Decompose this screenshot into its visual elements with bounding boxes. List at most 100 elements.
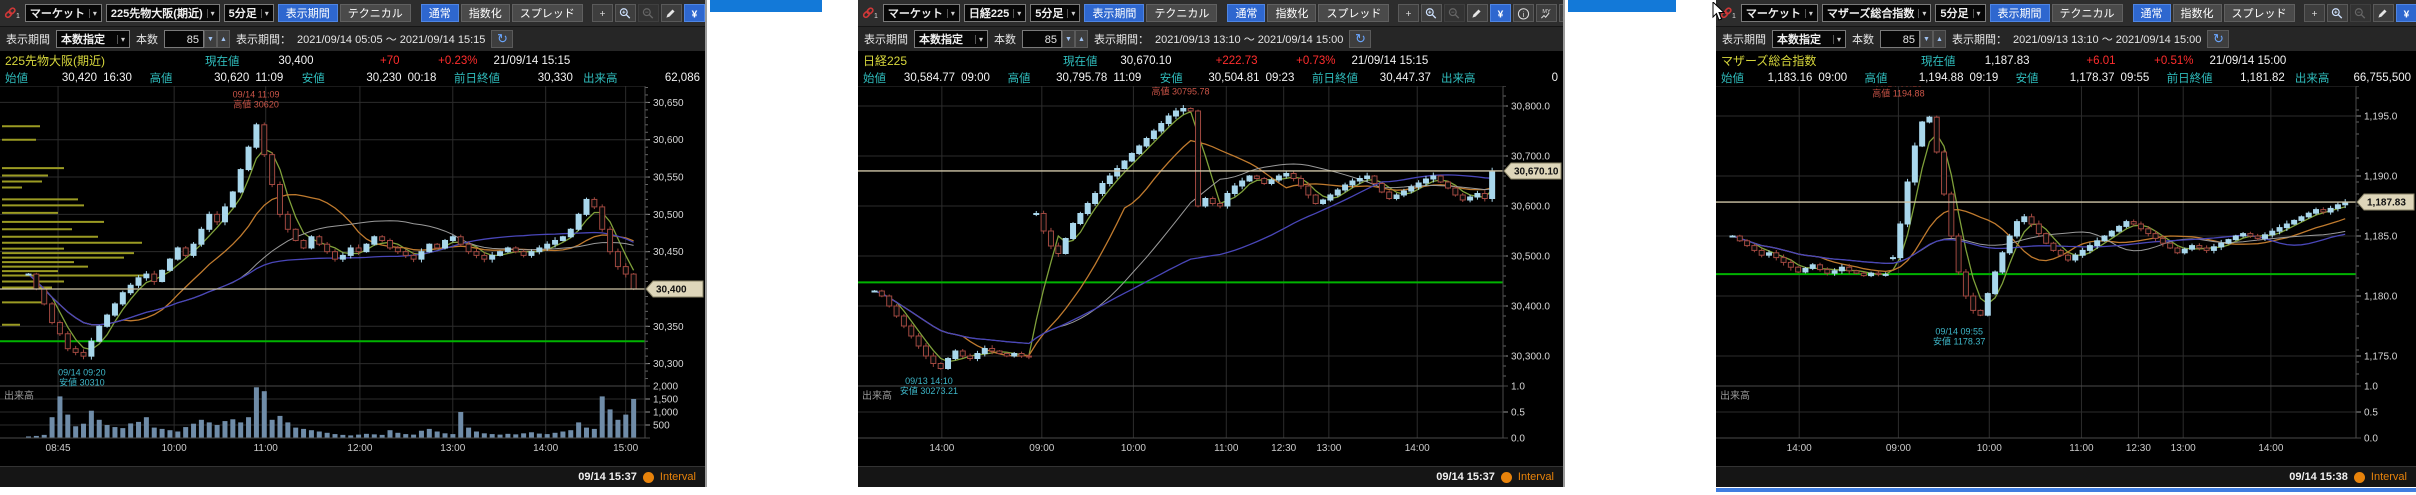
price-chart[interactable]: 30,800.030,700.030,600.030,500.030,400.0… [858,86,1563,458]
change-value: +222.73 [1172,55,1258,67]
my-chart-icon-button[interactable]: MY [1536,4,1557,22]
svg-text:高値 1194.88: 高値 1194.88 [1872,87,1924,98]
count-up-button[interactable]: ▲ [1933,30,1946,48]
market-select[interactable]: マーケット▾ [25,4,102,22]
plus-icon-button[interactable]: + [592,4,613,22]
chart-window: 1 マーケット▾ マザーズ総合指数▾ 5分足▾ 表示期間テクニカル 通常指数化ス… [1716,0,2416,487]
zoom-out-icon-button[interactable] [1444,4,1465,22]
svg-text:1,175.0: 1,175.0 [2364,352,2398,363]
price-chart[interactable]: 30,65030,60030,55030,50030,45030,40030,3… [0,86,705,458]
svg-text:1,180.0: 1,180.0 [2364,292,2398,303]
count-up-button[interactable]: ▲ [217,30,230,48]
pencil-icon-button[interactable] [2373,4,2394,22]
info-icon-button[interactable]: i [1513,4,1534,22]
period-label: 表示期間 [6,31,50,47]
instrument-select[interactable]: マザーズ総合指数▾ [1822,4,1931,22]
interval-indicator-icon [2354,472,2365,483]
mode-button-指数化[interactable]: 指数化 [1267,4,1316,22]
svg-text:11:00: 11:00 [1214,443,1239,454]
toolbar-button-表示期間[interactable]: 表示期間 [1990,4,2050,22]
svg-text:出来高: 出来高 [862,389,892,402]
zoom-in-icon-button[interactable] [2327,4,2348,22]
mode-button-スプレッド[interactable]: スプレッド [512,4,583,22]
range-label: 表示期間： [1094,31,1149,47]
svg-text:10:00: 10:00 [162,443,187,454]
instrument-select[interactable]: 日経225▾ [964,4,1026,22]
low-value: 1,178.37 [2039,72,2115,84]
mode-button-通常[interactable]: 通常 [2133,4,2171,22]
prev-close-label: 前日終値 [2167,70,2213,86]
plus-icon-button[interactable]: + [2304,4,2325,22]
svg-text:12:30: 12:30 [1271,443,1296,454]
mode-button-通常[interactable]: 通常 [1227,4,1265,22]
high-time: 11:09 [255,72,291,84]
prev-close-value: 30,330 [500,72,573,84]
prev-close-value: 30,447.37 [1358,72,1431,84]
quote-summary-row: 225先物大阪(期近) 現在値 30,400 +70 +0.23% 21/09/… [0,52,705,69]
bar-count-input[interactable]: 85 [1022,30,1062,48]
mountain-icon-button[interactable] [1559,4,1563,22]
count-mode-select[interactable]: 本数指定▾ [914,30,988,48]
period-label: 表示期間 [864,31,908,47]
market-select[interactable]: マーケット▾ [1741,4,1818,22]
toolbar-button-表示期間[interactable]: 表示期間 [1084,4,1144,22]
mode-button-スプレッド[interactable]: スプレッド [2224,4,2295,22]
svg-text:14:00: 14:00 [2258,443,2283,454]
range-label: 表示期間： [236,31,291,47]
chart-window: 1 マーケット▾ 日経225▾ 5分足▾ 表示期間テクニカル 通常指数化スプレッ… [858,0,1563,487]
zoom-out-icon-button[interactable] [638,4,659,22]
zoom-in-icon-button[interactable] [615,4,636,22]
instrument-select[interactable]: 225先物大阪(期近)▾ [106,4,220,22]
svg-text:¥: ¥ [1498,10,1504,21]
open-label: 始値 [5,70,28,86]
svg-text:12:30: 12:30 [2126,443,2151,454]
yen-icon-button[interactable]: ¥ [1490,4,1511,22]
plus-icon-button[interactable]: + [1398,4,1419,22]
mode-button-スプレッド[interactable]: スプレッド [1318,4,1389,22]
ohlc-row: 始値 30,584.77 09:00 高値 30,795.78 11:09 安値… [858,69,1563,86]
toolbar-button-テクニカル[interactable]: テクニカル [1146,4,1217,22]
svg-text:14:00: 14:00 [1787,443,1812,454]
status-bar: 09/14 15:38 Interval [1716,466,2416,487]
mode-button-通常[interactable]: 通常 [421,4,459,22]
yen-icon-button[interactable]: ¥ [2396,4,2416,22]
count-mode-select[interactable]: 本数指定▾ [1772,30,1846,48]
pencil-icon-button[interactable] [661,4,682,22]
toolbar-button-表示期間[interactable]: 表示期間 [278,4,338,22]
svg-text:15:00: 15:00 [613,443,638,454]
high-label: 高値 [150,70,173,86]
count-down-button[interactable]: ▼ [1920,30,1933,48]
toolbar-button-テクニカル[interactable]: テクニカル [2052,4,2123,22]
pencil-icon-button[interactable] [1467,4,1488,22]
count-mode-select[interactable]: 本数指定▾ [56,30,130,48]
svg-text:1,185.0: 1,185.0 [2364,232,2398,243]
market-select[interactable]: マーケット▾ [883,4,960,22]
link-icon[interactable]: 1 [4,7,20,20]
refresh-button[interactable]: ↻ [1349,30,1371,48]
mode-button-指数化[interactable]: 指数化 [2173,4,2222,22]
refresh-button[interactable]: ↻ [2207,30,2229,48]
count-down-button[interactable]: ▼ [204,30,217,48]
svg-text:08:45: 08:45 [46,443,71,454]
link-icon[interactable]: 1 [862,7,878,20]
mode-button-指数化[interactable]: 指数化 [461,4,510,22]
zoom-out-icon-button[interactable] [2350,4,2371,22]
refresh-button[interactable]: ↻ [491,30,513,48]
timeframe-select[interactable]: 5分足▾ [1935,4,1985,22]
bar-count-stepper: 85 ▼ ▲ [1022,30,1088,48]
count-label: 本数 [994,31,1016,47]
bar-count-input[interactable]: 85 [1880,30,1920,48]
mode-button-group: 通常指数化スプレッド [1227,4,1389,22]
price-chart[interactable]: 1,195.01,190.01,185.01,180.01,175.01.00.… [1716,86,2416,458]
zoom-in-icon-button[interactable] [1421,4,1442,22]
bar-count-input[interactable]: 85 [164,30,204,48]
toolbar-button-テクニカル[interactable]: テクニカル [340,4,411,22]
count-down-button[interactable]: ▼ [1062,30,1075,48]
svg-text:30,400.0: 30,400.0 [1511,302,1550,313]
timeframe-select[interactable]: 5分足▾ [1030,4,1080,22]
yen-icon-button[interactable]: ¥ [684,4,705,22]
timeframe-select[interactable]: 5分足▾ [224,4,274,22]
low-time: 09:55 [2121,72,2157,84]
count-up-button[interactable]: ▲ [1075,30,1088,48]
quote-datetime: 21/09/14 15:15 [1352,55,1429,67]
